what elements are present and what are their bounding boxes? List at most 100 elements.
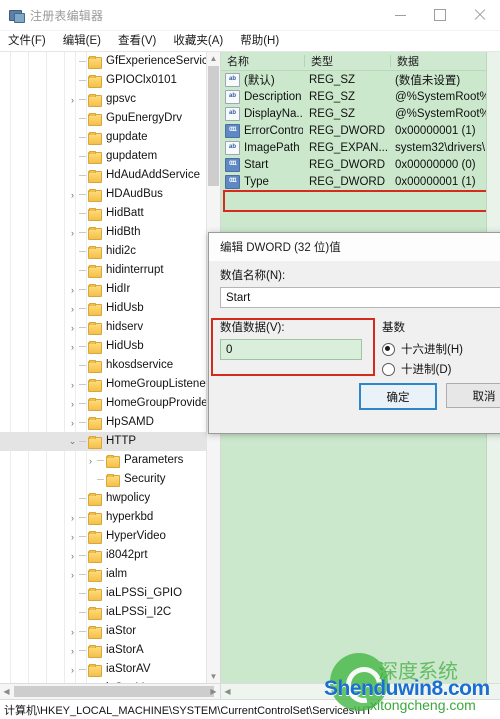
chevron-right-icon[interactable]: › [66,565,79,584]
table-row[interactable]: ab (默认) REG_SZ (数值未设置) [221,71,500,88]
menu-view[interactable]: 查看(V) [118,31,165,51]
chevron-right-icon[interactable]: › [66,280,79,299]
window-controls [380,0,500,30]
chevron-right-icon[interactable]: › [66,223,79,242]
tree-item-hyperkbd[interactable]: › hyperkbd [0,508,207,527]
tree-item-hidbth[interactable]: › HidBth [0,223,207,242]
chevron-right-icon[interactable]: › [66,527,79,546]
maximize-button[interactable] [420,0,460,30]
tree-item-hwpolicy[interactable]: hwpolicy [0,489,207,508]
tree-item-hdaudaddservice[interactable]: HdAudAddService [0,166,207,185]
scroll-down-icon[interactable]: ▼ [207,670,220,683]
radio-hexadecimal[interactable]: 十六进制(H) [382,339,500,359]
tree-item-gpsvc[interactable]: › gpsvc [0,90,207,109]
tree-item-gupdatem[interactable]: gupdatem [0,147,207,166]
tree-item-homegroupprovider[interactable]: › HomeGroupProvider [0,394,207,413]
list-horizontal-scrollbar[interactable]: ◀ [221,684,500,699]
table-row[interactable]: ab ImagePath REG_EXPAN... system32\drivers\… [221,139,500,156]
chevron-right-icon[interactable]: › [66,641,79,660]
ok-button[interactable]: 确定 [359,383,437,410]
tree-item-homegrouplistener[interactable]: › HomeGroupListener [0,375,207,394]
table-row[interactable]: 011 Start REG_DWORD 0x00000000 (0) [221,156,500,173]
minimize-button[interactable] [380,0,420,30]
tree-item-iastor[interactable]: › iaStor [0,622,207,641]
value-name-input[interactable]: Start [220,287,500,308]
value-name-text: DisplayNa... [244,107,303,120]
base-group: 基数 十六进制(H) 十进制(D) [370,319,500,379]
scroll-left-icon[interactable]: ◀ [0,687,13,696]
tree-item-gpuenergydrv[interactable]: GpuEnergyDrv [0,109,207,128]
tree-item-hidir[interactable]: › HidIr [0,280,207,299]
radio-decimal[interactable]: 十进制(D) [382,359,500,379]
tree-item-gpioclx0101[interactable]: GPIOClx0101 [0,71,207,90]
radio-decimal-icon[interactable] [382,362,395,376]
column-header-type[interactable]: 类型 [305,53,391,69]
tree-item-hkosdservice[interactable]: hkosdservice [0,356,207,375]
chevron-right-icon[interactable]: › [66,185,79,204]
chevron-right-icon[interactable]: › [66,394,79,413]
chevron-right-icon[interactable]: › [66,337,79,356]
base-label: 基数 [382,322,405,334]
chevron-right-icon[interactable]: › [66,299,79,318]
table-row[interactable]: 011 Type REG_DWORD 0x00000001 (1) [221,173,500,190]
table-row[interactable]: 011 ErrorControl REG_DWORD 0x00000001 (1) [221,122,500,139]
chevron-right-icon[interactable]: › [66,622,79,641]
table-row[interactable]: ab Description REG_SZ @%SystemRoot%\s [221,88,500,105]
tree-item-ialpssi-gpio[interactable]: iaLPSSi_GPIO [0,584,207,603]
tree-item-ialpssi-i2c[interactable]: iaLPSSi_I2C [0,603,207,622]
tree-item-hidinterrupt[interactable]: hidinterrupt [0,261,207,280]
tree-connector [79,584,88,603]
close-button[interactable] [460,0,500,30]
start-row-highlight-box [223,190,488,212]
window-title: 注册表编辑器 [30,8,104,23]
tree-item-parameters[interactable]: › Parameters [0,451,207,470]
chevron-right-icon[interactable]: › [66,413,79,432]
column-header-data[interactable]: 数据 [391,53,500,69]
chevron-right-icon[interactable]: › [66,508,79,527]
tree-connector [79,109,88,128]
chevron-right-icon[interactable]: › [66,90,79,109]
tree-item-gfexperienceservice[interactable]: GfExperienceService [0,52,207,71]
scroll-right-icon[interactable]: ▶ [207,687,220,696]
tree-item-hpsamd[interactable]: › HpSAMD [0,413,207,432]
tree-item-i8042prt[interactable]: › i8042prt [0,546,207,565]
tree-item-hidusb[interactable]: › HidUsb [0,337,207,356]
tree-item-iastorv[interactable]: › iaStorV [0,679,207,683]
value-name-cell: ab DisplayNa... [221,106,303,121]
tree-horizontal-scrollbar[interactable]: ◀ ▶ [0,684,221,699]
chevron-right-icon[interactable]: › [66,546,79,565]
registry-tree[interactable]: GfExperienceService GPIOClx0101 › gpsvc GpuE… [0,52,207,683]
cancel-button[interactable]: 取消 [446,383,500,408]
tree-item-http[interactable]: ⌄ HTTP [0,432,207,451]
tree-item-hidusb[interactable]: › HidUsb [0,299,207,318]
tree-item-iastora[interactable]: › iaStorA [0,641,207,660]
menu-file[interactable]: 文件(F) [8,31,55,51]
menu-favorites[interactable]: 收藏夹(A) [173,31,232,51]
menu-help[interactable]: 帮助(H) [240,31,288,51]
chevron-right-icon[interactable]: › [66,679,79,683]
table-row[interactable]: ab DisplayNa... REG_SZ @%SystemRoot%\s [221,105,500,122]
chevron-right-icon[interactable]: › [66,375,79,394]
tree-scroll-thumb[interactable] [208,66,219,186]
tree-item-gupdate[interactable]: gupdate [0,128,207,147]
tree-item-iastorav[interactable]: › iaStorAV [0,660,207,679]
tree-item-hidi2c[interactable]: hidi2c [0,242,207,261]
chevron-right-icon[interactable]: › [66,318,79,337]
tree-item-hdaudbus[interactable]: › HDAudBus [0,185,207,204]
tree-item-ialm[interactable]: › ialm [0,565,207,584]
radio-hexadecimal-icon[interactable] [382,342,395,356]
menu-edit[interactable]: 编辑(E) [63,31,110,51]
chevron-right-icon[interactable]: › [66,660,79,679]
chevron-down-icon[interactable]: ⌄ [66,432,79,451]
tree-item-hidserv[interactable]: › hidserv [0,318,207,337]
chevron-right-icon[interactable]: › [84,451,97,470]
tree-item-hypervideo[interactable]: › HyperVideo [0,527,207,546]
values-list[interactable]: ab (默认) REG_SZ (数值未设置) ab Description REG_SZ @%… [221,71,500,190]
value-data-input[interactable]: 0 [220,339,362,360]
column-header-name[interactable]: 名称 [221,53,305,69]
tree-hscroll-thumb[interactable] [14,686,214,697]
list-scroll-left-icon[interactable]: ◀ [221,687,234,696]
scroll-up-icon[interactable]: ▲ [207,52,220,65]
tree-item-hidbatt[interactable]: HidBatt [0,204,207,223]
tree-item-security[interactable]: Security [0,470,207,489]
